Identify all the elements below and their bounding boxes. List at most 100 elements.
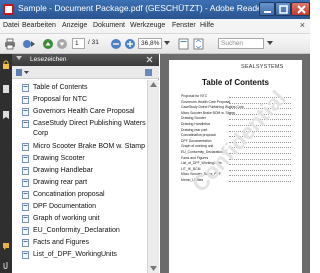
bookmarks-toolbar <box>12 66 159 79</box>
toc-entry[interactable]: Proposal for NTC <box>181 94 207 98</box>
zoom-level-select[interactable]: 36,8% <box>138 38 162 49</box>
bookmark-options-icon[interactable] <box>16 68 30 77</box>
window-title: Sample - Document Package.pdf (GESCHÜTZT… <box>18 3 265 13</box>
expand-bookmark-icon[interactable] <box>144 68 154 77</box>
zoom-dropdown-icon[interactable] <box>164 41 170 46</box>
panel-close-icon[interactable] <box>145 56 155 64</box>
attachments-icon[interactable] <box>2 260 10 270</box>
toolbar: 1 / 31 36,8% Suchen <box>0 34 310 54</box>
bookmark-label: Drawing Scooter <box>33 155 85 162</box>
bookmark-item[interactable]: CaseStudy Direct Publishing Waters Corp <box>22 119 147 139</box>
zoom-out-icon[interactable] <box>110 38 122 50</box>
comments-icon[interactable] <box>2 241 10 251</box>
close-icon <box>297 5 306 14</box>
menu-anzeige[interactable]: Anzeige <box>62 22 87 29</box>
fit-page-icon[interactable] <box>193 38 204 50</box>
bookmark-label: Drawing rear part <box>33 179 88 186</box>
bookmark-item[interactable]: Concatination proposal <box>22 190 147 200</box>
share-icon[interactable] <box>22 38 36 50</box>
toc-entry[interactable]: Micro Scooter Brake BOM w. Stamp <box>181 111 235 115</box>
toc-entry[interactable]: Graph of working unit <box>181 144 213 148</box>
bookmark-icon <box>22 215 29 223</box>
print-icon[interactable] <box>4 38 16 50</box>
bookmarks-scrollbar[interactable] <box>147 80 159 273</box>
scroll-up-icon[interactable] <box>150 82 157 87</box>
bookmark-item[interactable]: Drawing rear part <box>22 178 147 188</box>
navigation-pane-strip <box>0 54 12 273</box>
maximize-icon <box>279 5 288 14</box>
bookmark-item[interactable]: Graph of working unit <box>22 214 147 224</box>
bookmark-label: Drawing Handlebar <box>33 167 93 174</box>
bookmark-label: Micro Scooter Brake BOM w. Stamp <box>33 143 146 150</box>
bookmark-label: CaseStudy Direct Publishing Waters Corp <box>33 120 146 137</box>
lock-icon[interactable] <box>2 60 10 70</box>
document-view[interactable]: SEALSYSTEMS Table of Contents Proposal f… <box>160 54 310 273</box>
panel-options-icon[interactable] <box>16 56 26 64</box>
menu-datei[interactable]: Datei <box>3 22 19 29</box>
menu-dokument[interactable]: Dokument <box>93 22 125 29</box>
toc-entry[interactable]: Drawing Scooter <box>181 116 206 120</box>
page-number-input[interactable]: 1 <box>72 38 85 49</box>
bookmark-item[interactable]: Micro Scooter Brake BOM w. Stamp <box>22 142 147 152</box>
bookmark-label: Concatination proposal <box>33 191 105 198</box>
search-input[interactable]: Suchen <box>218 38 264 49</box>
bookmark-item[interactable]: List_of_DPF_WorkingUnits <box>22 250 147 260</box>
toc-entry[interactable]: Governors Health Care Proposal <box>181 100 230 104</box>
bookmark-label: Graph of working unit <box>33 215 100 222</box>
bookmark-icon <box>22 167 29 175</box>
minimize-icon <box>264 11 271 13</box>
bookmark-icon <box>22 203 29 211</box>
bookmark-icon <box>22 155 29 163</box>
menu-werkzeuge[interactable]: Werkzeuge <box>130 22 165 29</box>
menu-bearbeiten[interactable]: Bearbeiten <box>22 22 56 29</box>
bookmark-item[interactable]: Proposal for NTC <box>22 95 147 105</box>
title-bar: Sample - Document Package.pdf (GESCHÜTZT… <box>0 0 310 19</box>
next-page-icon[interactable] <box>56 38 68 50</box>
bookmarks-icon[interactable] <box>2 110 10 120</box>
scroll-down-icon[interactable] <box>150 266 157 271</box>
bookmark-item[interactable]: Facts and Figures <box>22 238 147 248</box>
document-close-icon[interactable]: × <box>300 20 305 30</box>
page-total: / 31 <box>88 39 99 46</box>
bookmark-icon <box>22 179 29 187</box>
menu-hilfe[interactable]: Hilfe <box>200 22 214 29</box>
menu-fenster[interactable]: Fenster <box>172 22 196 29</box>
toc-entry[interactable]: Concatination proposal <box>181 133 216 137</box>
toc-leader-dots <box>229 181 291 182</box>
toc-leader-dots <box>229 169 291 171</box>
page-heading: Table of Contents <box>202 78 269 87</box>
bookmark-item[interactable]: Table of Contents <box>22 83 147 93</box>
search-dropdown-icon[interactable] <box>267 41 273 46</box>
bookmark-icon <box>22 251 29 259</box>
close-button[interactable] <box>291 2 310 16</box>
toc-entry[interactable]: Drawing rear part <box>181 128 207 132</box>
bookmark-item[interactable]: DPF Documentation <box>22 202 147 212</box>
toc-entry[interactable]: DPF Documentation <box>181 139 212 143</box>
bookmark-icon <box>22 96 29 104</box>
toc-entry[interactable]: Drawing Handlebar <box>181 122 210 126</box>
bookmark-icon <box>22 239 29 247</box>
bookmark-item[interactable]: Governors Health Care Proposal <box>22 107 147 117</box>
bookmarks-panel-title: Lesezeichen <box>30 56 67 63</box>
minimize-button[interactable] <box>259 2 275 16</box>
bookmark-item[interactable]: Drawing Handlebar <box>22 166 147 176</box>
bookmark-label: List_of_DPF_WorkingUnits <box>33 251 117 258</box>
bookmarks-panel-header: Lesezeichen <box>12 54 159 66</box>
bookmark-list: Table of Contents Proposal for NTC Governo… <box>12 80 147 273</box>
bookmark-icon <box>22 143 29 151</box>
previous-page-icon[interactable] <box>42 38 54 50</box>
pdf-page[interactable]: SEALSYSTEMS Table of Contents Proposal f… <box>169 60 302 273</box>
bookmark-item[interactable]: EU_Conformity_Declaration <box>22 226 147 236</box>
toc-leader-dots <box>229 164 291 166</box>
company-logo: SEALSYSTEMS <box>241 64 284 70</box>
bookmark-icon <box>22 120 29 128</box>
bookmark-label: EU_Conformity_Declaration <box>33 227 120 234</box>
maximize-button[interactable] <box>275 2 291 16</box>
page-thumbnails-icon[interactable] <box>2 84 10 94</box>
adobe-reader-window: Sample - Document Package.pdf (GESCHÜTZT… <box>0 0 310 273</box>
bookmark-label: Table of Contents <box>33 84 88 91</box>
bookmark-item[interactable]: Drawing Scooter <box>22 154 147 164</box>
single-page-view-icon[interactable] <box>178 38 189 50</box>
bookmark-label: Proposal for NTC <box>33 96 88 103</box>
zoom-in-icon[interactable] <box>124 38 136 50</box>
